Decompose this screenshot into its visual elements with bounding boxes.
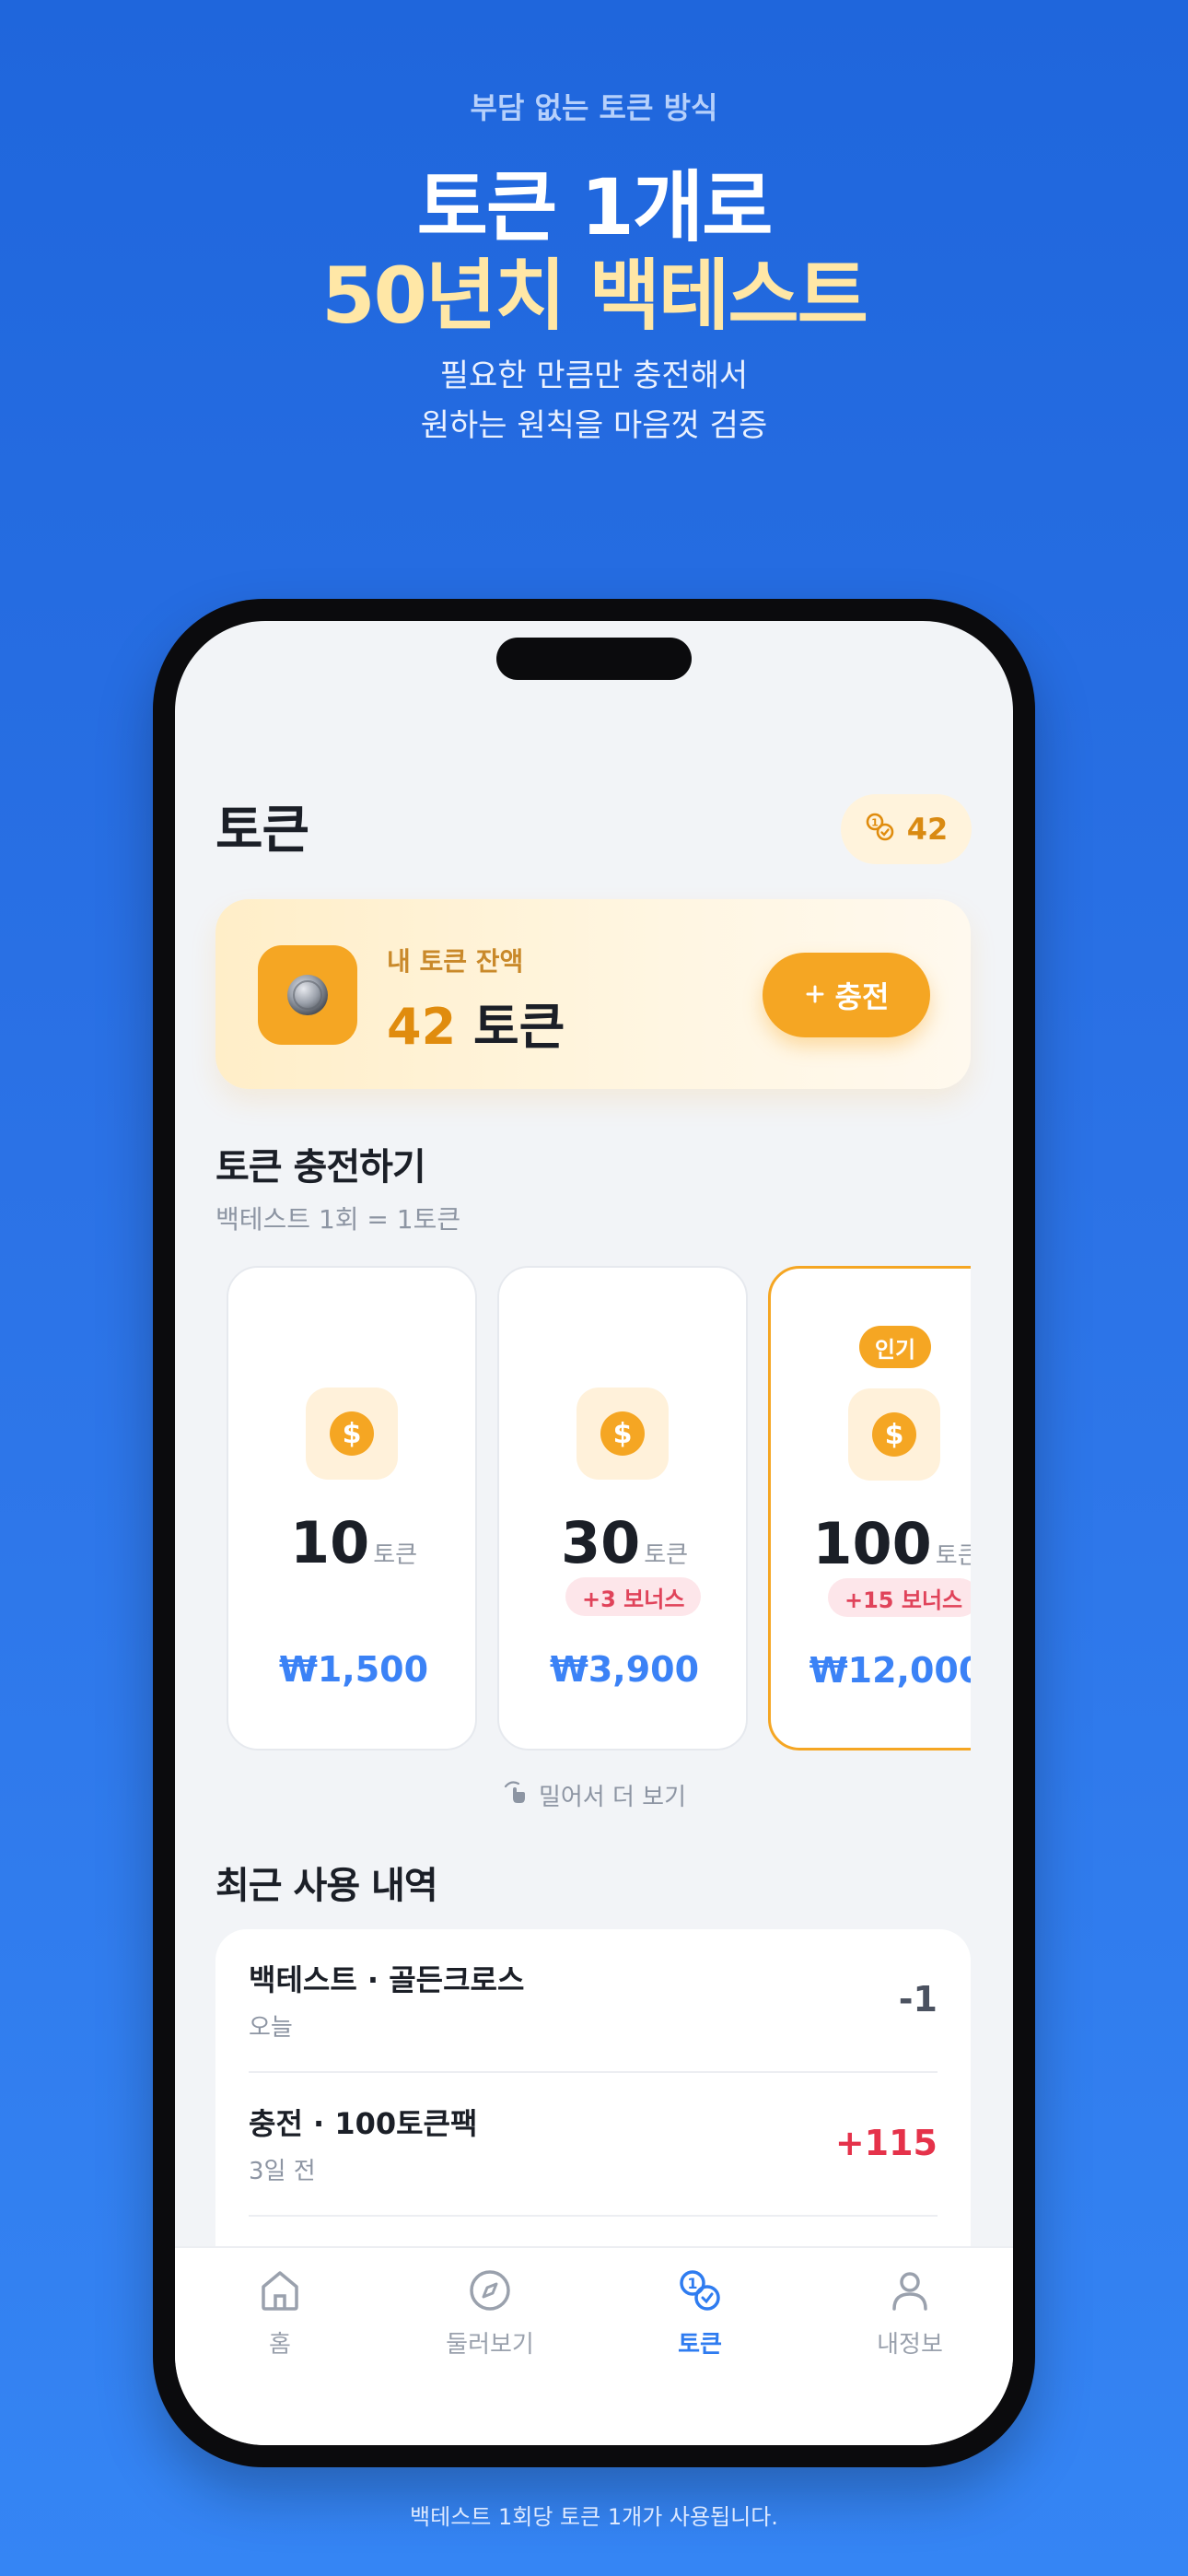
balance-card: 내 토큰 잔액 42 토큰 충전 [215,899,971,1089]
header-balance-value: 42 [906,812,949,847]
svg-text:$: $ [613,1418,633,1450]
coin-icon [287,975,328,1015]
hero-subtitle-line1: 필요한 만큼만 충전해서 [439,357,749,394]
token-pack-10[interactable]: $ 10 토큰 ₩1,500 [227,1266,477,1751]
hero-title-line2: 50년치 백테스트 [321,251,868,341]
swipe-hand-icon [502,1778,530,1812]
pack-amount-unit: 토큰 [373,1541,418,1569]
balance-label: 내 토큰 잔액 [387,946,524,977]
pack-bonus-badge: +3 보너스 [565,1577,702,1616]
tab-explore[interactable]: 둘러보기 [385,2265,595,2375]
history-item-date: 오늘 [249,2014,293,2042]
pack-bonus-badge: +15 보너스 [828,1578,971,1617]
tokens-icon: 1 [674,2265,726,2320]
hero-eyebrow: 부담 없는 토큰 방식 [470,90,718,125]
dollar-coin-icon: $ [577,1388,669,1480]
dollar-coin-icon: $ [848,1388,940,1481]
page-title: 토큰 [215,801,309,861]
charge-section-subtitle: 백테스트 1회 = 1토큰 [215,1204,461,1235]
tab-label: 토큰 [678,2331,722,2359]
token-pack-30[interactable]: $ 30 토큰 +3 보너스 ₩3,900 [497,1266,748,1751]
pack-amount-number: 10 [289,1509,370,1576]
history-item[interactable]: 충전 · 100토큰팩 3일 전 +115 [249,2073,938,2217]
pack-amount-unit: 토큰 [935,1542,971,1570]
history-item-date: 3일 전 [249,2158,316,2185]
charge-button-label: 충전 [834,979,890,1014]
pack-price: ₩12,000 [809,1650,971,1691]
history-list: 백테스트 · 골든크로스 오늘 -1 충전 · 100토큰팩 3일 전 +115 [215,1929,971,2298]
charge-section-title: 토큰 충전하기 [215,1146,426,1188]
token-pack-100[interactable]: 인기 $ 100 토큰 +15 보너스 ₩12,000 [768,1266,971,1751]
footer-note: 백테스트 1회당 토큰 1개가 사용됩니다. [410,2504,778,2530]
pack-amount-number: 30 [560,1509,641,1576]
coin-icon-box [258,945,357,1045]
dynamic-island [496,638,692,680]
tab-tokens[interactable]: 1 토큰 [595,2265,805,2375]
svg-text:$: $ [885,1419,904,1451]
balance-unit: 토큰 [472,998,565,1056]
history-item-value: -1 [898,1979,938,2020]
home-icon [254,2265,306,2320]
tab-profile[interactable]: 내정보 [805,2265,1013,2375]
divider [249,2215,938,2217]
token-packs-carousel[interactable]: $ 10토큰 ₩1,500 $ 30토큰 +3 보너스 ₩3,900 인기 [215,1266,971,1763]
svg-text:$: $ [343,1418,362,1450]
pack-amount: 30 토큰 [499,1509,750,1576]
pack-amount-number: 100 [812,1510,932,1577]
phone-screen: 토큰 1 42 내 토큰 잔액 42 토큰 충전 토큰 충전하기 백테스트 1회… [175,621,1013,2445]
pack-amount: 100 토큰 [771,1510,971,1577]
pack-amount-unit: 토큰 [644,1541,689,1569]
swipe-hint: 밀어서 더 보기 [175,1778,1013,1812]
compass-icon [464,2265,516,2320]
hero-subtitle-line2: 원하는 원칙을 마음껏 검증 [420,407,768,444]
tab-label: 내정보 [877,2331,943,2359]
svg-text:1: 1 [687,2275,697,2292]
history-section-title: 최근 사용 내역 [215,1865,438,1907]
history-item-title: 충전 · 100토큰팩 [249,2106,478,2141]
popular-badge: 인기 [859,1326,931,1368]
dollar-coin-icon: $ [306,1388,398,1480]
charge-button[interactable]: 충전 [763,953,930,1037]
header-balance-pill[interactable]: 1 42 [841,794,972,864]
pack-price: ₩3,900 [549,1649,700,1690]
swipe-hint-label: 밀어서 더 보기 [538,1784,687,1811]
history-item[interactable]: 백테스트 · 골든크로스 오늘 -1 [249,1929,938,2073]
plus-icon [804,978,826,1013]
phone-frame: 토큰 1 42 내 토큰 잔액 42 토큰 충전 토큰 충전하기 백테스트 1회… [153,599,1035,2467]
balance-value: 42 토큰 [387,986,565,1059]
pack-amount: 10 토큰 [228,1509,479,1576]
balance-amount: 42 [387,998,457,1056]
user-icon [884,2265,936,2320]
tab-label: 둘러보기 [446,2331,534,2359]
tab-label: 홈 [269,2331,291,2359]
history-item-title: 백테스트 · 골든크로스 [249,1962,525,1997]
tokens-icon: 1 [865,812,896,847]
bottom-tab-bar: 홈 둘러보기 1 토큰 내정보 [175,2246,1013,2445]
tab-home[interactable]: 홈 [175,2265,385,2375]
pack-price: ₩1,500 [278,1649,429,1690]
history-item-value: +115 [834,2123,938,2163]
svg-text:1: 1 [871,817,879,829]
